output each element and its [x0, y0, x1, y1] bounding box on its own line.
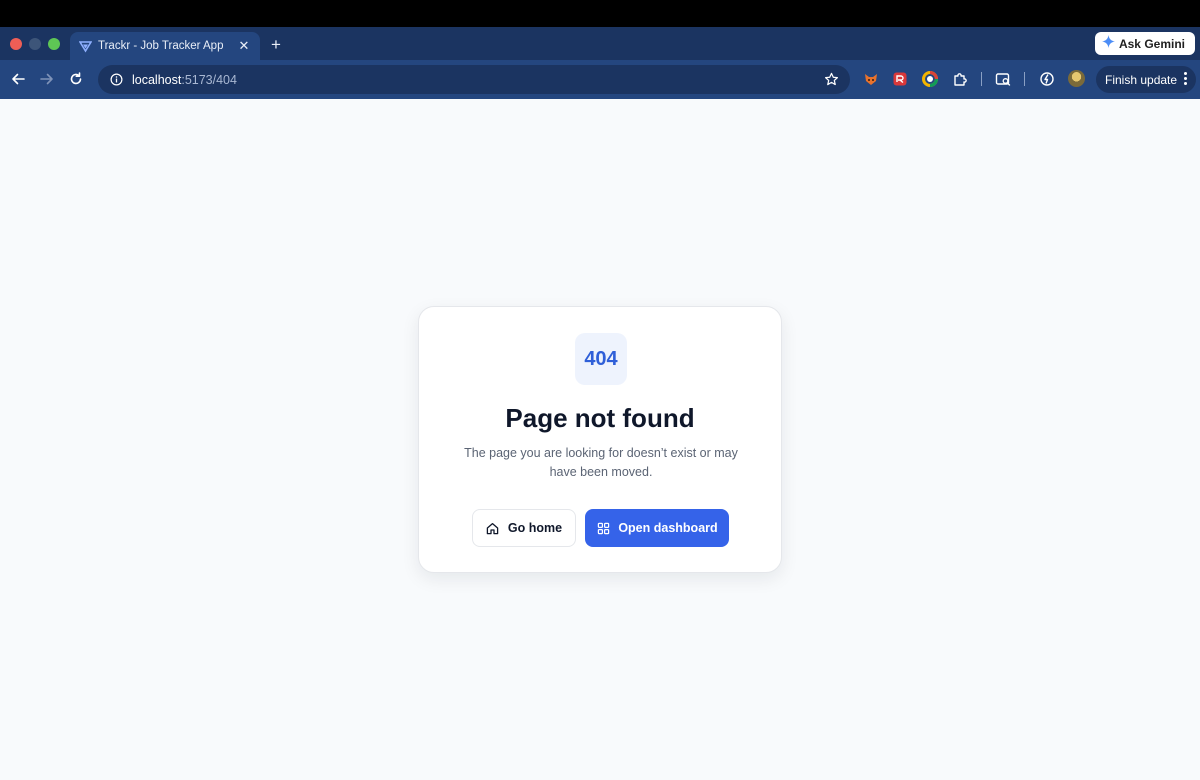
page-title: Page not found [505, 403, 695, 433]
bookmark-star-icon[interactable] [822, 71, 840, 89]
open-dashboard-button[interactable]: Open dashboard [585, 509, 729, 547]
go-home-button[interactable]: Go home [472, 509, 576, 547]
puzzle-extensions-icon[interactable] [951, 70, 969, 88]
minimize-window-button[interactable] [29, 38, 41, 50]
ask-gemini-button[interactable]: Ask Gemini [1094, 32, 1195, 55]
open-dashboard-label: Open dashboard [618, 521, 718, 535]
url-host: localhost [132, 72, 182, 87]
back-arrow-icon[interactable] [8, 69, 28, 89]
maximize-window-button[interactable] [48, 38, 60, 50]
trackr-logo-icon [78, 39, 92, 53]
browser-toolbar: localhost:5173/404 Finish update [0, 60, 1200, 99]
forward-arrow-icon[interactable] [37, 69, 57, 89]
finish-update-button[interactable]: Finish update [1096, 66, 1196, 93]
site-info-icon[interactable] [108, 72, 124, 88]
more-menu-icon[interactable] [1183, 72, 1187, 87]
close-window-button[interactable] [10, 38, 22, 50]
performance-icon[interactable] [1038, 70, 1056, 88]
new-tab-button[interactable]: + [266, 35, 286, 55]
url-path: :5173/404 [181, 72, 237, 87]
window-top-strip [0, 0, 1200, 27]
page-description: The page you are looking for doesn’t exi… [464, 446, 738, 479]
tab-search-icon[interactable] [994, 70, 1012, 88]
address-bar[interactable]: localhost:5173/404 [98, 65, 850, 94]
finish-update-label: Finish update [1105, 72, 1178, 87]
tab-close-icon[interactable]: ✕ [236, 38, 252, 54]
home-icon [486, 521, 500, 535]
toolbar-separator [1024, 72, 1025, 86]
color-wheel-extension-icon[interactable] [921, 70, 939, 88]
dashboard-grid-icon [596, 521, 610, 535]
profile-avatar[interactable] [1068, 70, 1085, 87]
not-found-card: 404 Page not found The page you are look… [418, 306, 782, 573]
error-code-badge: 404 [575, 333, 627, 385]
toolbar-separator [981, 72, 982, 86]
ask-gemini-label: Ask Gemini [1118, 36, 1185, 51]
browser-tabbar: Trackr - Job Tracker App ✕ + Ask Gemini [0, 27, 1200, 60]
fox-extension-icon[interactable] [862, 70, 880, 88]
url-text: localhost:5173/404 [132, 73, 822, 87]
reload-icon[interactable] [66, 69, 86, 89]
go-home-label: Go home [507, 521, 563, 535]
gemini-sparkle-icon [1101, 34, 1115, 53]
tab-title: Trackr - Job Tracker App [98, 40, 224, 52]
red-extension-icon[interactable] [891, 70, 909, 88]
browser-tab-active[interactable]: Trackr - Job Tracker App ✕ [70, 32, 260, 60]
